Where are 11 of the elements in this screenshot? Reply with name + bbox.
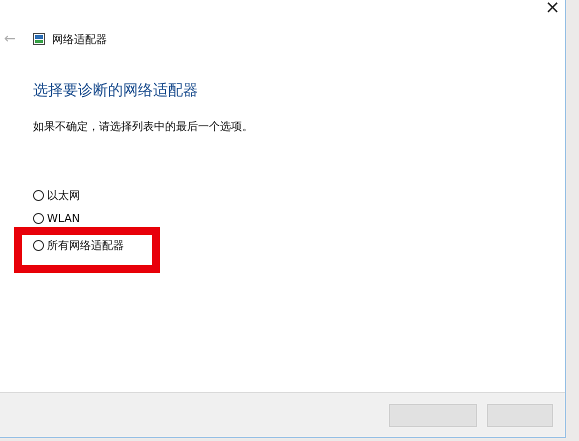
window-title: 网络适配器 bbox=[52, 32, 107, 46]
radio-button[interactable] bbox=[33, 240, 44, 251]
network-adapter-icon bbox=[33, 33, 45, 45]
radio-option[interactable]: WLAN bbox=[33, 210, 80, 227]
radio-option[interactable]: 以太网 bbox=[33, 187, 80, 204]
radio-button[interactable] bbox=[33, 213, 44, 224]
close-button[interactable]: × bbox=[541, 0, 564, 18]
radio-option[interactable]: 所有网络适配器 bbox=[33, 237, 124, 254]
page-heading: 选择要诊断的网络适配器 bbox=[33, 81, 199, 100]
radio-button[interactable] bbox=[33, 190, 44, 201]
instruction-text: 如果不确定，请选择列表中的最后一个选项。 bbox=[33, 119, 254, 134]
